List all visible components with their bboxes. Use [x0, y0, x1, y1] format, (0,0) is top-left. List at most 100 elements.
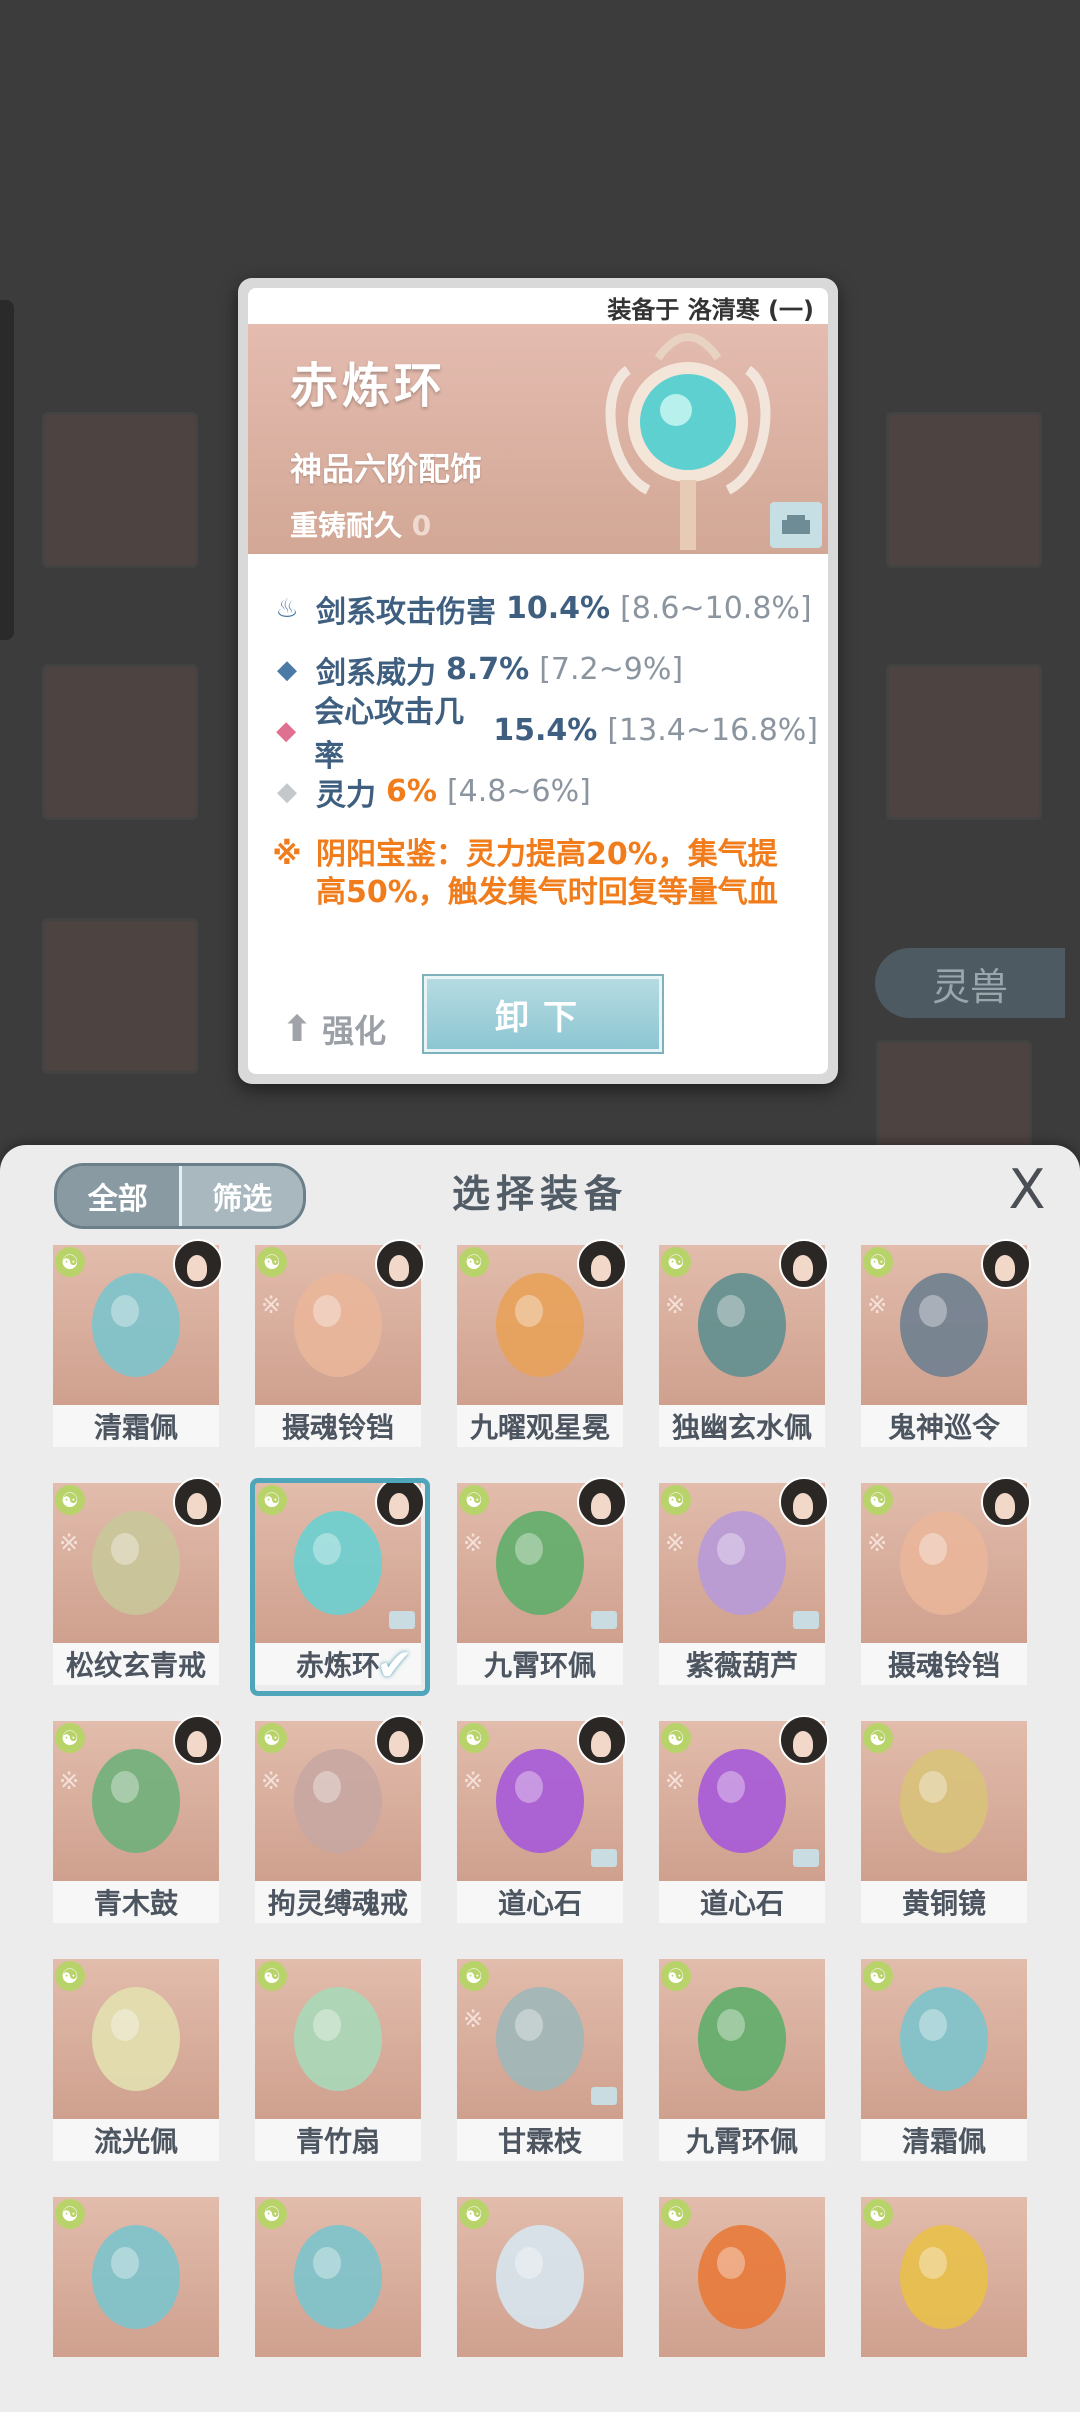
equipment-card[interactable]: ☯ 流光佩 [53, 1959, 219, 2165]
spirit-mark-icon: ☯ [863, 2199, 893, 2229]
equipment-card[interactable]: ☯ ※ 甘霖枝 [457, 1959, 623, 2165]
lock-icon [591, 2087, 617, 2105]
equipment-card[interactable]: ☯ ※ 松纹玄青戒 [53, 1477, 223, 1689]
equipment-name: 青木鼓 [53, 1881, 219, 1923]
spirit-mark-icon: ☯ [55, 1723, 85, 1753]
lock-toggle-button[interactable] [770, 502, 822, 548]
lock-icon [591, 1611, 617, 1629]
equipment-name: 清霜佩 [53, 1405, 219, 1447]
equipment-card[interactable]: ☯ [255, 2197, 421, 2357]
spirit-beast-tab: 灵兽 [875, 948, 1065, 1018]
background-slot [42, 664, 198, 820]
equipment-name: 清霜佩 [861, 2119, 1027, 2161]
spirit-mark-icon: ☯ [55, 1961, 85, 1991]
stat-value: 10.4% [506, 591, 611, 626]
equipment-card[interactable]: ☯ ※ 九霄环佩 [457, 1477, 627, 1689]
upgrade-label: 强化 [322, 1012, 387, 1050]
unequip-button[interactable]: 卸下 [424, 976, 662, 1052]
set-mark-icon: ※ [59, 1767, 80, 1795]
lock-icon [389, 1611, 415, 1629]
equipment-card[interactable]: ☯ 青竹扇 [255, 1959, 421, 2165]
stat-name: 剑系攻击伤害 [316, 594, 496, 630]
equipment-name: 青竹扇 [255, 2119, 421, 2161]
equipment-name: 松纹玄青戒 [53, 1643, 219, 1685]
spirit-mark-icon: ☯ [55, 1485, 85, 1515]
equipment-name: 九霄环佩 [659, 2119, 825, 2161]
spirit-mark-icon: ☯ [661, 1961, 691, 1991]
equipment-name: 道心石 [659, 1881, 825, 1923]
equipment-card[interactable]: ☯ ※ 独幽玄水佩 [659, 1239, 829, 1451]
stat-name: 灵力 [316, 777, 376, 813]
equipment-card[interactable]: ☯ ※ 鬼神巡令 [861, 1239, 1031, 1451]
equipment-card[interactable]: ☯ [659, 2197, 825, 2357]
item-grade: 神品六阶配饰 [290, 450, 483, 488]
spirit-mark-icon: ☯ [661, 2199, 691, 2229]
equipment-name: 甘霖枝 [457, 2119, 623, 2161]
spirit-mark-icon: ☯ [459, 2199, 489, 2229]
stat-value: 15.4% [493, 713, 598, 748]
flame-icon: ♨ [275, 593, 299, 624]
equipment-name: 鬼神巡令 [861, 1405, 1027, 1447]
stat-range: [8.6~10.8%] [620, 591, 812, 626]
set-mark-icon: ※ [261, 1291, 282, 1319]
equipment-card[interactable]: ☯ 赤炼环 ✔ [250, 1477, 430, 1696]
equipment-card[interactable]: ☯ ※ 道心石 [659, 1715, 829, 1927]
equipment-select-panel: 全部 筛选 选择装备 X ☯ 清霜佩 ☯ ※ 摄魂铃铛 ☯ 九曜观星冕 ☯ ※ 独幽玄水佩 ☯ ※ 鬼神… [0, 1145, 1080, 2412]
equipment-card[interactable]: ☯ [457, 2197, 623, 2357]
owner-avatar [577, 1715, 627, 1765]
set-mark-icon: ※ [665, 1291, 686, 1319]
set-mark-icon: ※ [665, 1767, 686, 1795]
equipment-card[interactable]: ☯ [861, 2197, 1027, 2357]
set-mark-icon: ※ [261, 1767, 282, 1795]
owner-avatar [375, 1715, 425, 1765]
equipment-name: 赤炼环 [255, 1643, 421, 1685]
equipment-card[interactable]: ☯ 黄铜镜 [861, 1721, 1027, 1927]
spirit-mark-icon: ☯ [257, 1247, 287, 1277]
equipment-name: 摄魂铃铛 [861, 1643, 1027, 1685]
spirit-mark-icon: ☯ [257, 2199, 287, 2229]
equipment-card[interactable]: ☯ 九霄环佩 [659, 1959, 825, 2165]
stat-range: [13.4~16.8%] [607, 713, 818, 748]
close-icon[interactable]: X [1002, 1163, 1052, 1217]
equipment-card[interactable]: ☯ 九曜观星冕 [457, 1239, 627, 1451]
spirit-mark-icon: ☯ [257, 1723, 287, 1753]
equipment-card[interactable]: ☯ ※ 摄魂铃铛 [255, 1239, 425, 1451]
set-bonus-text: 阴阳宝鉴：灵力提高20%，集气提高50%，触发集气时回复等量气血 [316, 837, 778, 910]
spirit-mark-icon: ☯ [863, 1247, 893, 1277]
set-mark-icon: ※ [463, 2005, 484, 2033]
spirit-mark-icon: ☯ [459, 1961, 489, 1991]
owner-avatar [779, 1477, 829, 1527]
equipment-detail-popup: 装备于 洛清寒 (一) 赤炼环 神品六阶配饰 重铸耐久 0 ♨ 剑系攻击伤害 1… [238, 278, 838, 1084]
equipment-card[interactable]: ☯ ※ 青木鼓 [53, 1715, 223, 1927]
selected-check-icon: ✔ [376, 1640, 413, 1691]
item-name: 赤炼环 [290, 358, 447, 414]
equipment-card[interactable]: ☯ ※ 紫薇葫芦 [659, 1477, 829, 1689]
spirit-mark-icon: ☯ [55, 1247, 85, 1277]
owner-avatar [779, 1715, 829, 1765]
equipment-name: 九曜观星冕 [457, 1405, 623, 1447]
durability-value: 0 [411, 509, 432, 542]
spirit-mark-icon: ☯ [863, 1961, 893, 1991]
stat-row: ◆ 灵力 6% [4.8~6%] [272, 761, 818, 822]
stat-value: 8.7% [446, 652, 530, 687]
owner-avatar [981, 1477, 1031, 1527]
spirit-mark-icon: ☯ [863, 1485, 893, 1515]
owner-avatar [577, 1239, 627, 1289]
equipment-card[interactable]: ☯ ※ 道心石 [457, 1715, 627, 1927]
set-mark-icon: ※ [463, 1767, 484, 1795]
equipment-name: 道心石 [457, 1881, 623, 1923]
equipment-name: 摄魂铃铛 [255, 1405, 421, 1447]
item-durability: 重铸耐久 0 [290, 504, 431, 544]
equipment-card[interactable]: ☯ 清霜佩 [861, 1959, 1027, 2165]
equipment-card[interactable]: ☯ ※ 拘灵缚魂戒 [255, 1715, 425, 1927]
equipment-card[interactable]: ☯ ※ 摄魂铃铛 [861, 1477, 1031, 1689]
equipment-card[interactable]: ☯ 清霜佩 [53, 1239, 223, 1451]
stat-name: 剑系威力 [316, 655, 436, 691]
stat-row: ◆ 会心攻击几率 15.4% [13.4~16.8%] [272, 695, 818, 774]
upgrade-button[interactable]: ⬆ 强化 [282, 1006, 386, 1052]
equipment-image [255, 1483, 421, 1643]
owner-avatar [375, 1477, 425, 1527]
owner-avatar [779, 1239, 829, 1289]
equipment-card[interactable]: ☯ [53, 2197, 219, 2357]
equipment-name: 流光佩 [53, 2119, 219, 2161]
